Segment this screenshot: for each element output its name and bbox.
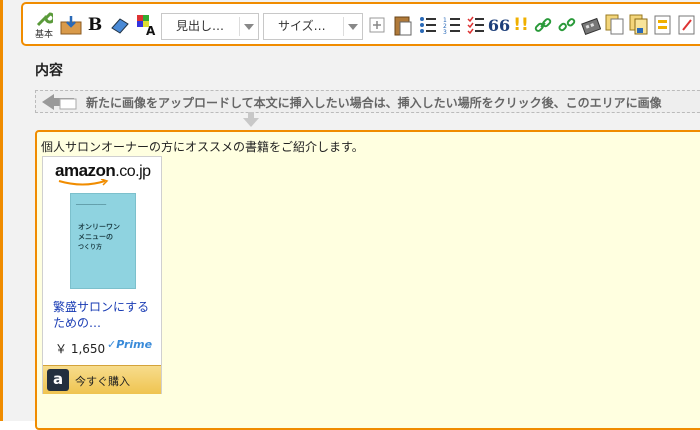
keyboard-icon [581, 17, 601, 35]
editor-toolbar: 基本 B A 見出し… サイズ… 1 2 3 66 !! [21, 2, 700, 46]
text-color-button[interactable]: A [135, 13, 159, 37]
edit-page-icon [678, 15, 695, 35]
book-cover-line-3: つくり方 [78, 244, 103, 251]
exclamation-icon: !! [513, 15, 529, 35]
basic-mode-label: 基本 [34, 29, 53, 40]
svg-text:3: 3 [443, 29, 447, 34]
chevron-down-icon [348, 24, 358, 30]
book-cover-subtitle: ────────── [76, 202, 107, 208]
editor-panel: 基本 B A 見出し… サイズ… 1 2 3 66 !! 内容 新たに画像をアッ… [3, 0, 700, 430]
upload-arrow-icon [42, 94, 77, 110]
clipboard-icon [394, 16, 412, 36]
eraser-button[interactable] [109, 13, 131, 37]
drop-zone-instructions: 新たに画像をアップロードして本文に挿入したい場合は、挿入したい場所をクリック後、… [86, 96, 662, 110]
intro-text: 個人サロンオーナーの方にオススメの書籍をご紹介します。 [41, 140, 364, 154]
product-price: ￥ 1,650 [55, 342, 106, 356]
book-cover-line-2: メニューの [78, 233, 113, 241]
document-icon [629, 14, 648, 35]
plus-box-icon [369, 17, 385, 33]
link-icon [534, 18, 552, 32]
settings-button[interactable] [677, 13, 697, 37]
paste-button[interactable] [392, 13, 414, 37]
add-button[interactable] [368, 13, 386, 37]
image-download-icon [60, 16, 82, 35]
emphasis-button[interactable]: !! [513, 13, 529, 37]
copy-button[interactable] [605, 13, 625, 37]
insert-image-button[interactable] [59, 13, 83, 37]
preview-button[interactable] [653, 13, 673, 37]
prime-badge: ✓Prime [107, 338, 153, 351]
buy-now-button[interactable]: a 今すぐ購入 [43, 365, 161, 394]
chevron-down-icon [244, 24, 254, 30]
checklist-icon [467, 16, 484, 34]
down-arrow-icon [243, 112, 259, 127]
bold-button[interactable]: B [86, 13, 104, 37]
amazon-logo: amazon.co.jp [55, 161, 151, 181]
amazon-logo-wordmark: amazon [55, 161, 116, 180]
amazon-smile-icon [58, 179, 109, 186]
book-cover-image[interactable]: ────────── オンリーワン メニューの つくり方 [70, 193, 136, 289]
book-cover-line-1: オンリーワン [78, 223, 120, 231]
copy-pages-icon [605, 14, 624, 35]
eraser-icon [111, 18, 129, 34]
image-drop-zone[interactable]: 新たに画像をアップロードして本文に挿入したい場合は、挿入したい場所をクリック後、… [35, 90, 700, 113]
numbered-list-button[interactable]: 123 [442, 13, 462, 37]
product-title-link[interactable]: 繁盛サロンにするための… [53, 299, 153, 331]
heading-select-divider [239, 17, 240, 36]
checklist-button[interactable] [466, 13, 486, 37]
quote-button[interactable]: 66 [487, 13, 511, 37]
basic-mode-button[interactable]: 基本 [33, 8, 55, 42]
bullet-list-icon [420, 17, 436, 33]
quote-icon: 66 [487, 15, 511, 35]
numbered-list-icon: 123 [443, 17, 460, 34]
buy-now-label: 今すぐ購入 [75, 375, 130, 388]
content-section-title: 内容 [35, 63, 63, 79]
amazon-a-icon: a [47, 369, 69, 391]
code-button[interactable] [580, 13, 602, 37]
bullet-list-button[interactable] [418, 13, 438, 37]
amazon-logo-domain: .co.jp [115, 163, 151, 180]
svg-text:A: A [146, 24, 156, 36]
heading-select-value: 見出し… [176, 19, 225, 33]
preview-page-icon [654, 15, 671, 35]
unlink-icon [558, 18, 576, 32]
wrench-icon [36, 11, 53, 26]
template-button[interactable] [629, 13, 649, 37]
content-editor[interactable]: 個人サロンオーナーの方にオススメの書籍をご紹介します。 amazon.co.jp… [35, 130, 700, 430]
size-select[interactable]: サイズ… [263, 13, 363, 40]
unlink-button[interactable] [557, 13, 577, 37]
size-select-value: サイズ… [278, 19, 326, 33]
heading-select[interactable]: 見出し… [161, 13, 259, 40]
color-grid-icon: A [137, 15, 156, 36]
insert-link-button[interactable] [533, 13, 553, 37]
size-select-divider [343, 17, 344, 36]
amazon-product-card[interactable]: amazon.co.jp ────────── オンリーワン メニューの つくり… [42, 156, 162, 394]
